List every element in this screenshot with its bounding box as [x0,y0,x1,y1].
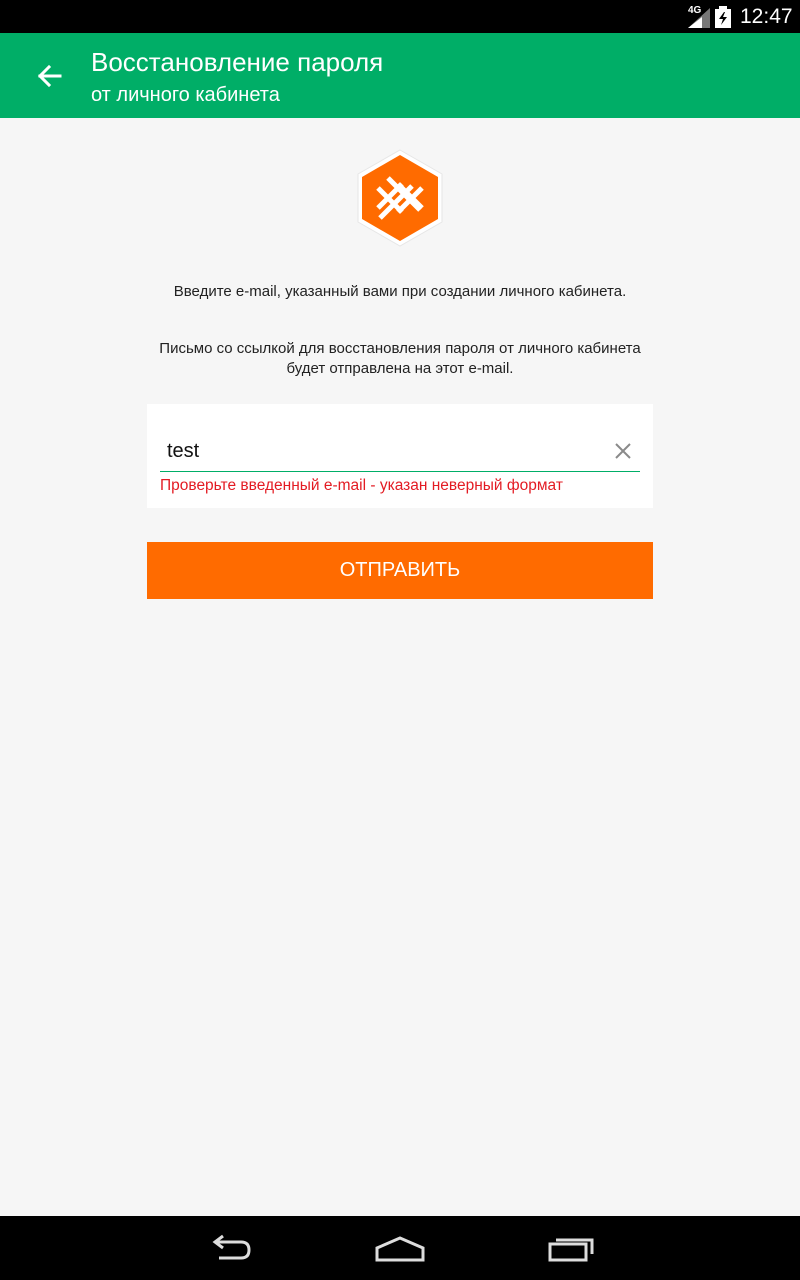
back-button[interactable] [30,58,68,94]
nav-back-icon [212,1234,251,1260]
battery-icon [715,6,731,28]
nav-back-button[interactable] [205,1230,255,1266]
email-field[interactable] [160,432,607,470]
nav-home-icon [375,1236,425,1262]
clock: 12:47 [740,5,793,28]
email-form-card: Проверьте введенный e-mail - указан неве… [147,404,653,508]
close-icon [615,443,631,459]
clear-email-button[interactable] [613,441,633,461]
signal-icon [688,8,710,28]
page-title: Восстановление пароля [91,47,384,77]
system-nav-bar [0,1216,800,1280]
submit-button[interactable]: ОТПРАВИТЬ [147,542,653,599]
instruction-text: Введите e-mail, указанный вами при созда… [173,283,627,300]
email-error-message: Проверьте введенный e-mail - указан неве… [160,477,563,494]
hexagon-pattern-logo [357,149,443,247]
status-bar: 4G 12:47 [0,0,800,33]
nav-home-button[interactable] [373,1230,427,1266]
note-text: Письмо со ссылкой для восстановления пар… [159,340,641,377]
arrow-back-icon [37,64,62,88]
submit-button-label: ОТПРАВИТЬ [339,559,461,581]
page-subtitle: от личного кабинета [91,84,280,106]
app-bar: Восстановление пароля от личного кабинет… [0,33,800,118]
email-field-underline [160,471,640,472]
nav-recents-button[interactable] [546,1230,596,1266]
nav-recents-icon [548,1238,594,1262]
